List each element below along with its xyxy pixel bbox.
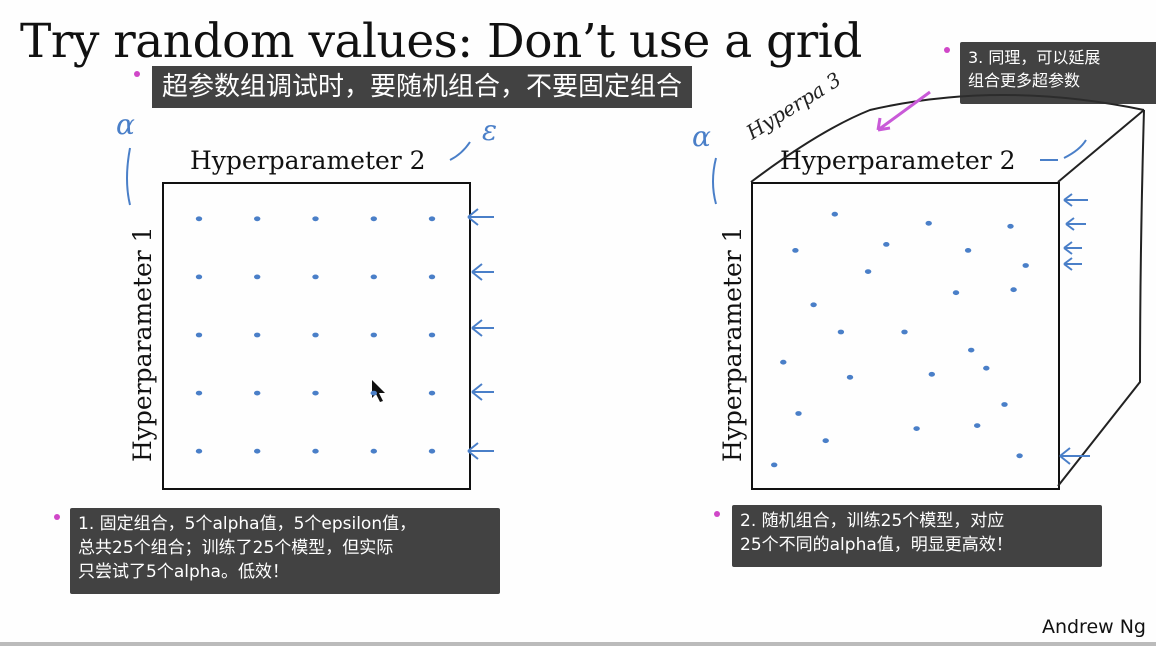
data-point [864, 269, 872, 274]
right-hyperparam3-label: Hyperpa 3 [741, 67, 845, 144]
data-point [964, 248, 972, 253]
data-point [312, 274, 319, 280]
data-point [254, 274, 261, 280]
note-1-line: 只尝试了5个alpha。低效！ [78, 562, 289, 582]
right-epsilon-tick [1040, 139, 1087, 161]
note-3-line: 3. 同理，可以延展 [968, 48, 1101, 67]
arrow-icon [471, 263, 494, 281]
arrow-icon [1065, 217, 1086, 231]
data-point [428, 448, 436, 454]
arrow-icon [467, 442, 494, 460]
data-point [837, 329, 845, 335]
data-point [983, 365, 990, 371]
data-point [792, 248, 799, 253]
note-1-line: 1. 固定组合，5个alpha值，5个epsilon值， [78, 514, 417, 534]
left-epsilon-tick [449, 141, 471, 161]
annotation-marker [714, 511, 720, 517]
data-point [1007, 223, 1014, 229]
data-point [370, 332, 377, 338]
data-point [780, 359, 787, 365]
note-1: 1. 固定组合，5个alpha值，5个epsilon值， 总共25个组合；训练了… [70, 508, 500, 594]
left-alpha-label: α [116, 108, 135, 141]
right-alpha-bracket [712, 157, 717, 205]
left-row-arrows [467, 208, 494, 460]
data-point [312, 216, 319, 222]
data-point [312, 390, 319, 396]
note-1-line: 总共25个组合；训练了25个模型，但实际 [78, 538, 394, 558]
bottom-bar [0, 642, 1156, 646]
cube-extension [750, 94, 1145, 487]
data-point [771, 462, 778, 468]
arrow-icon [1063, 193, 1088, 207]
data-point [1022, 263, 1029, 268]
data-point [195, 332, 203, 338]
right-plot-points [771, 211, 1029, 468]
arrow-icon [1063, 241, 1082, 255]
data-point [952, 290, 960, 296]
data-point [1010, 287, 1017, 293]
pink-arrow-icon [876, 90, 931, 132]
data-point [968, 347, 975, 353]
note-2: 2. 随机组合，训练25个模型，对应 25个不同的alpha值，明显更高效！ [732, 505, 1102, 567]
data-point [254, 448, 261, 454]
data-point [312, 448, 319, 454]
data-point [370, 216, 377, 222]
data-point [1001, 402, 1008, 407]
note-3-line: 组合更多超参数 [968, 71, 1081, 90]
data-point [795, 411, 802, 416]
left-epsilon-label: ε [482, 114, 497, 147]
data-point [428, 274, 436, 280]
note-2-line: 25个不同的alpha值，明显更高效！ [740, 535, 1013, 555]
data-point [974, 423, 981, 428]
data-point [428, 332, 436, 338]
data-point [925, 220, 932, 226]
arrow-icon [467, 208, 494, 226]
left-plot-points [195, 216, 436, 454]
note-3: 3. 同理，可以延展 组合更多超参数 [960, 42, 1156, 104]
data-point [831, 211, 838, 217]
data-point [913, 426, 920, 431]
data-point [370, 448, 377, 454]
data-point [810, 302, 817, 308]
right-alpha-label: α [692, 120, 711, 153]
data-point [370, 274, 377, 280]
arrow-icon [1063, 257, 1082, 271]
data-point [822, 438, 829, 444]
data-point [370, 390, 377, 396]
arrow-icon [471, 319, 494, 337]
data-point [1016, 453, 1023, 459]
data-point [254, 216, 261, 222]
data-point [883, 242, 890, 247]
left-alpha-bracket [126, 147, 131, 206]
data-point [901, 329, 908, 335]
annotation-marker [54, 514, 60, 520]
author-footer: Andrew Ng [1041, 616, 1146, 638]
data-point [312, 332, 319, 338]
data-point [428, 390, 436, 396]
data-point [254, 390, 261, 396]
annotation-marker [944, 47, 950, 53]
data-point [254, 332, 261, 338]
data-point [195, 216, 203, 222]
data-point [195, 390, 203, 396]
data-point [428, 216, 436, 222]
slide: Try random values: Don’t use a grid 超参数组… [0, 0, 1156, 646]
data-point [928, 371, 935, 377]
note-2-line: 2. 随机组合，训练25个模型，对应 [740, 511, 1005, 531]
data-point [195, 274, 203, 280]
right-side-arrows [1059, 193, 1090, 465]
data-point [846, 374, 854, 380]
data-point [195, 448, 203, 454]
arrow-icon [471, 383, 494, 401]
